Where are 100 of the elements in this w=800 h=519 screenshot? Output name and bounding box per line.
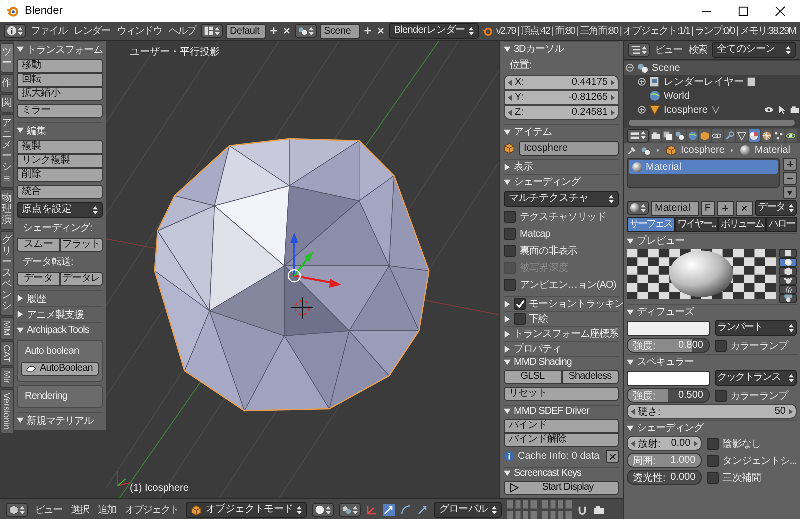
render-engine-dropdown[interactable]: Blenderレンダー [389,23,480,39]
tool-tab[interactable]: Versionin [0,388,14,434]
layers-icon[interactable] [662,129,674,142]
menu-item[interactable]: 追加 [96,503,118,517]
scene-icon[interactable] [674,129,686,142]
monkey-head-icon[interactable] [779,276,797,285]
checkbox[interactable] [504,245,516,257]
down-triangle-icon[interactable] [17,127,24,134]
right-triangle-icon[interactable] [504,346,511,352]
shader-dropdown[interactable]: ランバート [714,320,797,336]
cube-icon[interactable] [779,267,797,276]
right-triangle-icon[interactable] [17,311,24,318]
down-triangle-icon[interactable] [17,417,24,424]
editor-type-button[interactable] [6,503,28,517]
left-arrow-icon[interactable] [508,110,512,116]
shading-button[interactable] [312,503,334,517]
tool-button[interactable]: 統合 [17,185,103,199]
add-slot-button[interactable] [783,158,797,171]
left-arrow-icon[interactable] [508,80,512,86]
tool-button[interactable]: データ [17,272,60,286]
link-dropdown[interactable]: データ [755,200,797,216]
triangle-mesh-icon[interactable] [736,129,748,142]
icosphere-drawing[interactable] [154,138,430,412]
shader-dropdown[interactable]: クックトランス [714,370,797,386]
editor-type-button[interactable] [4,24,26,38]
expand-toggle-icon[interactable] [638,106,646,114]
panel-title[interactable]: アニメ製支援 [27,308,84,322]
checkbox[interactable] [504,228,516,240]
panel-title[interactable]: Archipack Tools [27,325,90,336]
panel-title[interactable]: ディフューズ [637,305,694,319]
texture-grid-icon[interactable] [760,129,772,142]
tool-button[interactable]: 拡大縮小 [17,87,103,101]
right-arrow-icon[interactable] [611,80,615,86]
pivot-button[interactable] [339,503,362,517]
right-triangle-icon[interactable] [504,316,511,322]
particles-icon[interactable] [773,129,785,142]
color-swatch[interactable] [627,320,710,336]
number-field[interactable]: 放射: 0.00 [627,436,702,451]
start-display-button[interactable]: Start Display [504,481,619,495]
tool-tab[interactable]: 作 [0,74,14,93]
tool-button[interactable]: Shadeless [562,370,619,384]
down-triangle-icon[interactable] [627,308,634,316]
dropdown[interactable]: マルチテクスチャ [504,191,619,207]
sphere-icon[interactable] [748,129,760,142]
tool-button[interactable]: リセット [504,387,619,401]
panel-title[interactable]: プレビュー [637,234,684,248]
tool-button[interactable]: 削除 [17,168,103,182]
tool-button[interactable]: ミラー [17,104,103,118]
globe-icon[interactable] [686,129,698,142]
panel-title[interactable]: アイテム [514,125,552,139]
number-field[interactable]: Y: -0.81265 [504,90,619,105]
editor-type-button[interactable] [628,43,650,57]
checkbox[interactable] [714,340,726,352]
panel-title[interactable]: MMD SDEF Driver [514,406,590,417]
material-tab[interactable]: ハロー [766,217,798,232]
panel-title[interactable]: 編集 [27,124,46,138]
checkbox[interactable] [706,454,719,466]
checkbox[interactable] [706,472,719,484]
tool-tab[interactable]: ツー [0,43,14,73]
tool-button[interactable]: データレ [60,272,103,286]
panel-title[interactable]: 表示 [514,160,533,174]
editor-type-button[interactable] [627,128,649,142]
tool-button[interactable]: フラット [60,238,103,252]
panel-title[interactable]: モーショントラッキン [529,297,623,311]
panel-title[interactable]: シェーディング [637,421,704,435]
tree-item-label[interactable]: Icosphere [664,104,708,116]
menu-item[interactable]: ファイル [29,24,69,38]
color-swatch[interactable] [627,370,710,386]
checkbox[interactable] [714,390,726,402]
sphere-on-sky-icon[interactable] [779,294,797,303]
down-triangle-icon[interactable] [627,358,634,366]
value-slider[interactable]: 強度: 0.500 [627,388,710,403]
tool-button[interactable]: スムー [17,238,60,252]
menu-item[interactable]: ヘルプ [167,24,198,38]
down-triangle-icon[interactable] [17,46,24,53]
right-arrow-icon[interactable] [694,440,698,446]
panel-title[interactable]: トランスフォーム [27,42,103,56]
down-triangle-icon[interactable] [504,359,511,366]
down-triangle-icon[interactable] [504,470,511,477]
down-triangle-icon[interactable] [627,424,634,432]
down-triangle-icon[interactable] [504,408,511,415]
remove-slot-button[interactable] [783,172,797,185]
wrench-icon[interactable] [724,129,736,142]
tool-button[interactable]: バインド [504,419,619,433]
orientation-dropdown[interactable]: グローバル [434,502,502,518]
close-button[interactable] [606,450,619,463]
tool-button[interactable]: AutoBoolean [21,362,99,376]
menu-item[interactable]: オブジェクト [123,503,181,517]
right-arrow-icon[interactable] [611,94,615,100]
right-triangle-icon[interactable] [17,295,24,302]
fake-user-button[interactable]: F [700,200,715,216]
plane-icon[interactable] [779,249,797,258]
value-slider[interactable]: 透光性: 0.000 [627,470,702,485]
panel-title[interactable]: 履歴 [27,292,46,306]
right-triangle-icon[interactable] [504,300,511,308]
down-triangle-icon[interactable] [504,178,511,186]
panel-title[interactable]: 新規マテリアル [27,414,94,428]
panel-title[interactable]: トランスフォーム座標系 [514,327,618,341]
panel-title[interactable]: スペキュラー [637,355,694,369]
slot-menu-button[interactable] [783,186,797,199]
